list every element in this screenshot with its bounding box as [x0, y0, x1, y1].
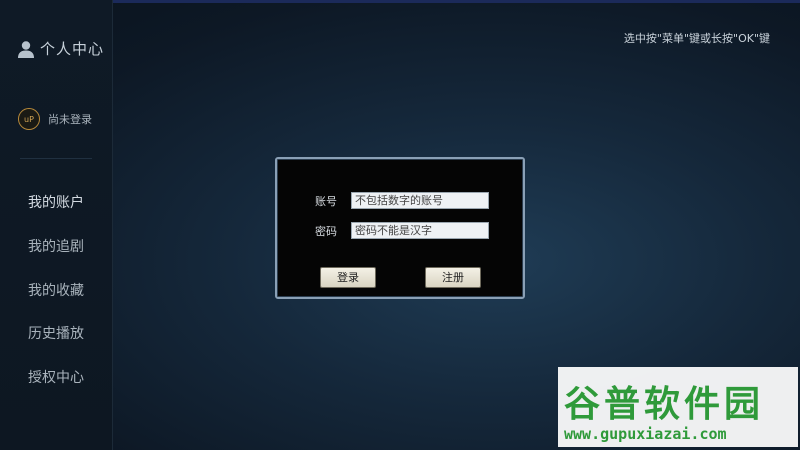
watermark-logo: 谷普软件园 — [564, 384, 765, 425]
sidebar-item-account[interactable]: 我的账户 — [28, 192, 84, 212]
watermark: 谷普软件园 www.gupuxiazai.com — [558, 367, 798, 447]
sidebar-divider — [20, 158, 92, 159]
sidebar-item-following[interactable]: 我的追剧 — [28, 236, 84, 256]
password-label: 密码 — [315, 224, 337, 238]
sidebar-header-label: 个人中心 — [40, 40, 105, 58]
login-status[interactable]: uP 尚未登录 — [18, 108, 92, 130]
login-button[interactable]: 登录 — [320, 267, 376, 288]
account-input[interactable] — [351, 192, 489, 209]
sidebar-item-authorization[interactable]: 授权中心 — [28, 367, 84, 387]
remote-hint: 选中按"菜单"键或长按"OK"键 — [623, 32, 770, 45]
register-button[interactable]: 注册 — [425, 267, 481, 288]
avatar[interactable]: uP — [18, 108, 40, 130]
password-input[interactable] — [351, 222, 489, 239]
sidebar-item-favorites[interactable]: 我的收藏 — [28, 280, 84, 300]
login-dialog: 账号 密码 登录 注册 — [275, 157, 525, 299]
top-strip — [0, 0, 800, 3]
account-label: 账号 — [315, 194, 337, 208]
account-row: 账号 — [315, 192, 489, 209]
sidebar: 个人中心 uP 尚未登录 我的账户 我的追剧 我的收藏 历史播放 授权中心 — [0, 0, 113, 450]
sidebar-header: 个人中心 — [16, 38, 104, 59]
watermark-url: www.gupuxiazai.com — [564, 425, 727, 443]
person-icon — [18, 40, 34, 58]
password-row: 密码 — [315, 222, 489, 239]
login-status-label: 尚未登录 — [48, 113, 92, 126]
sidebar-item-history[interactable]: 历史播放 — [28, 323, 84, 343]
